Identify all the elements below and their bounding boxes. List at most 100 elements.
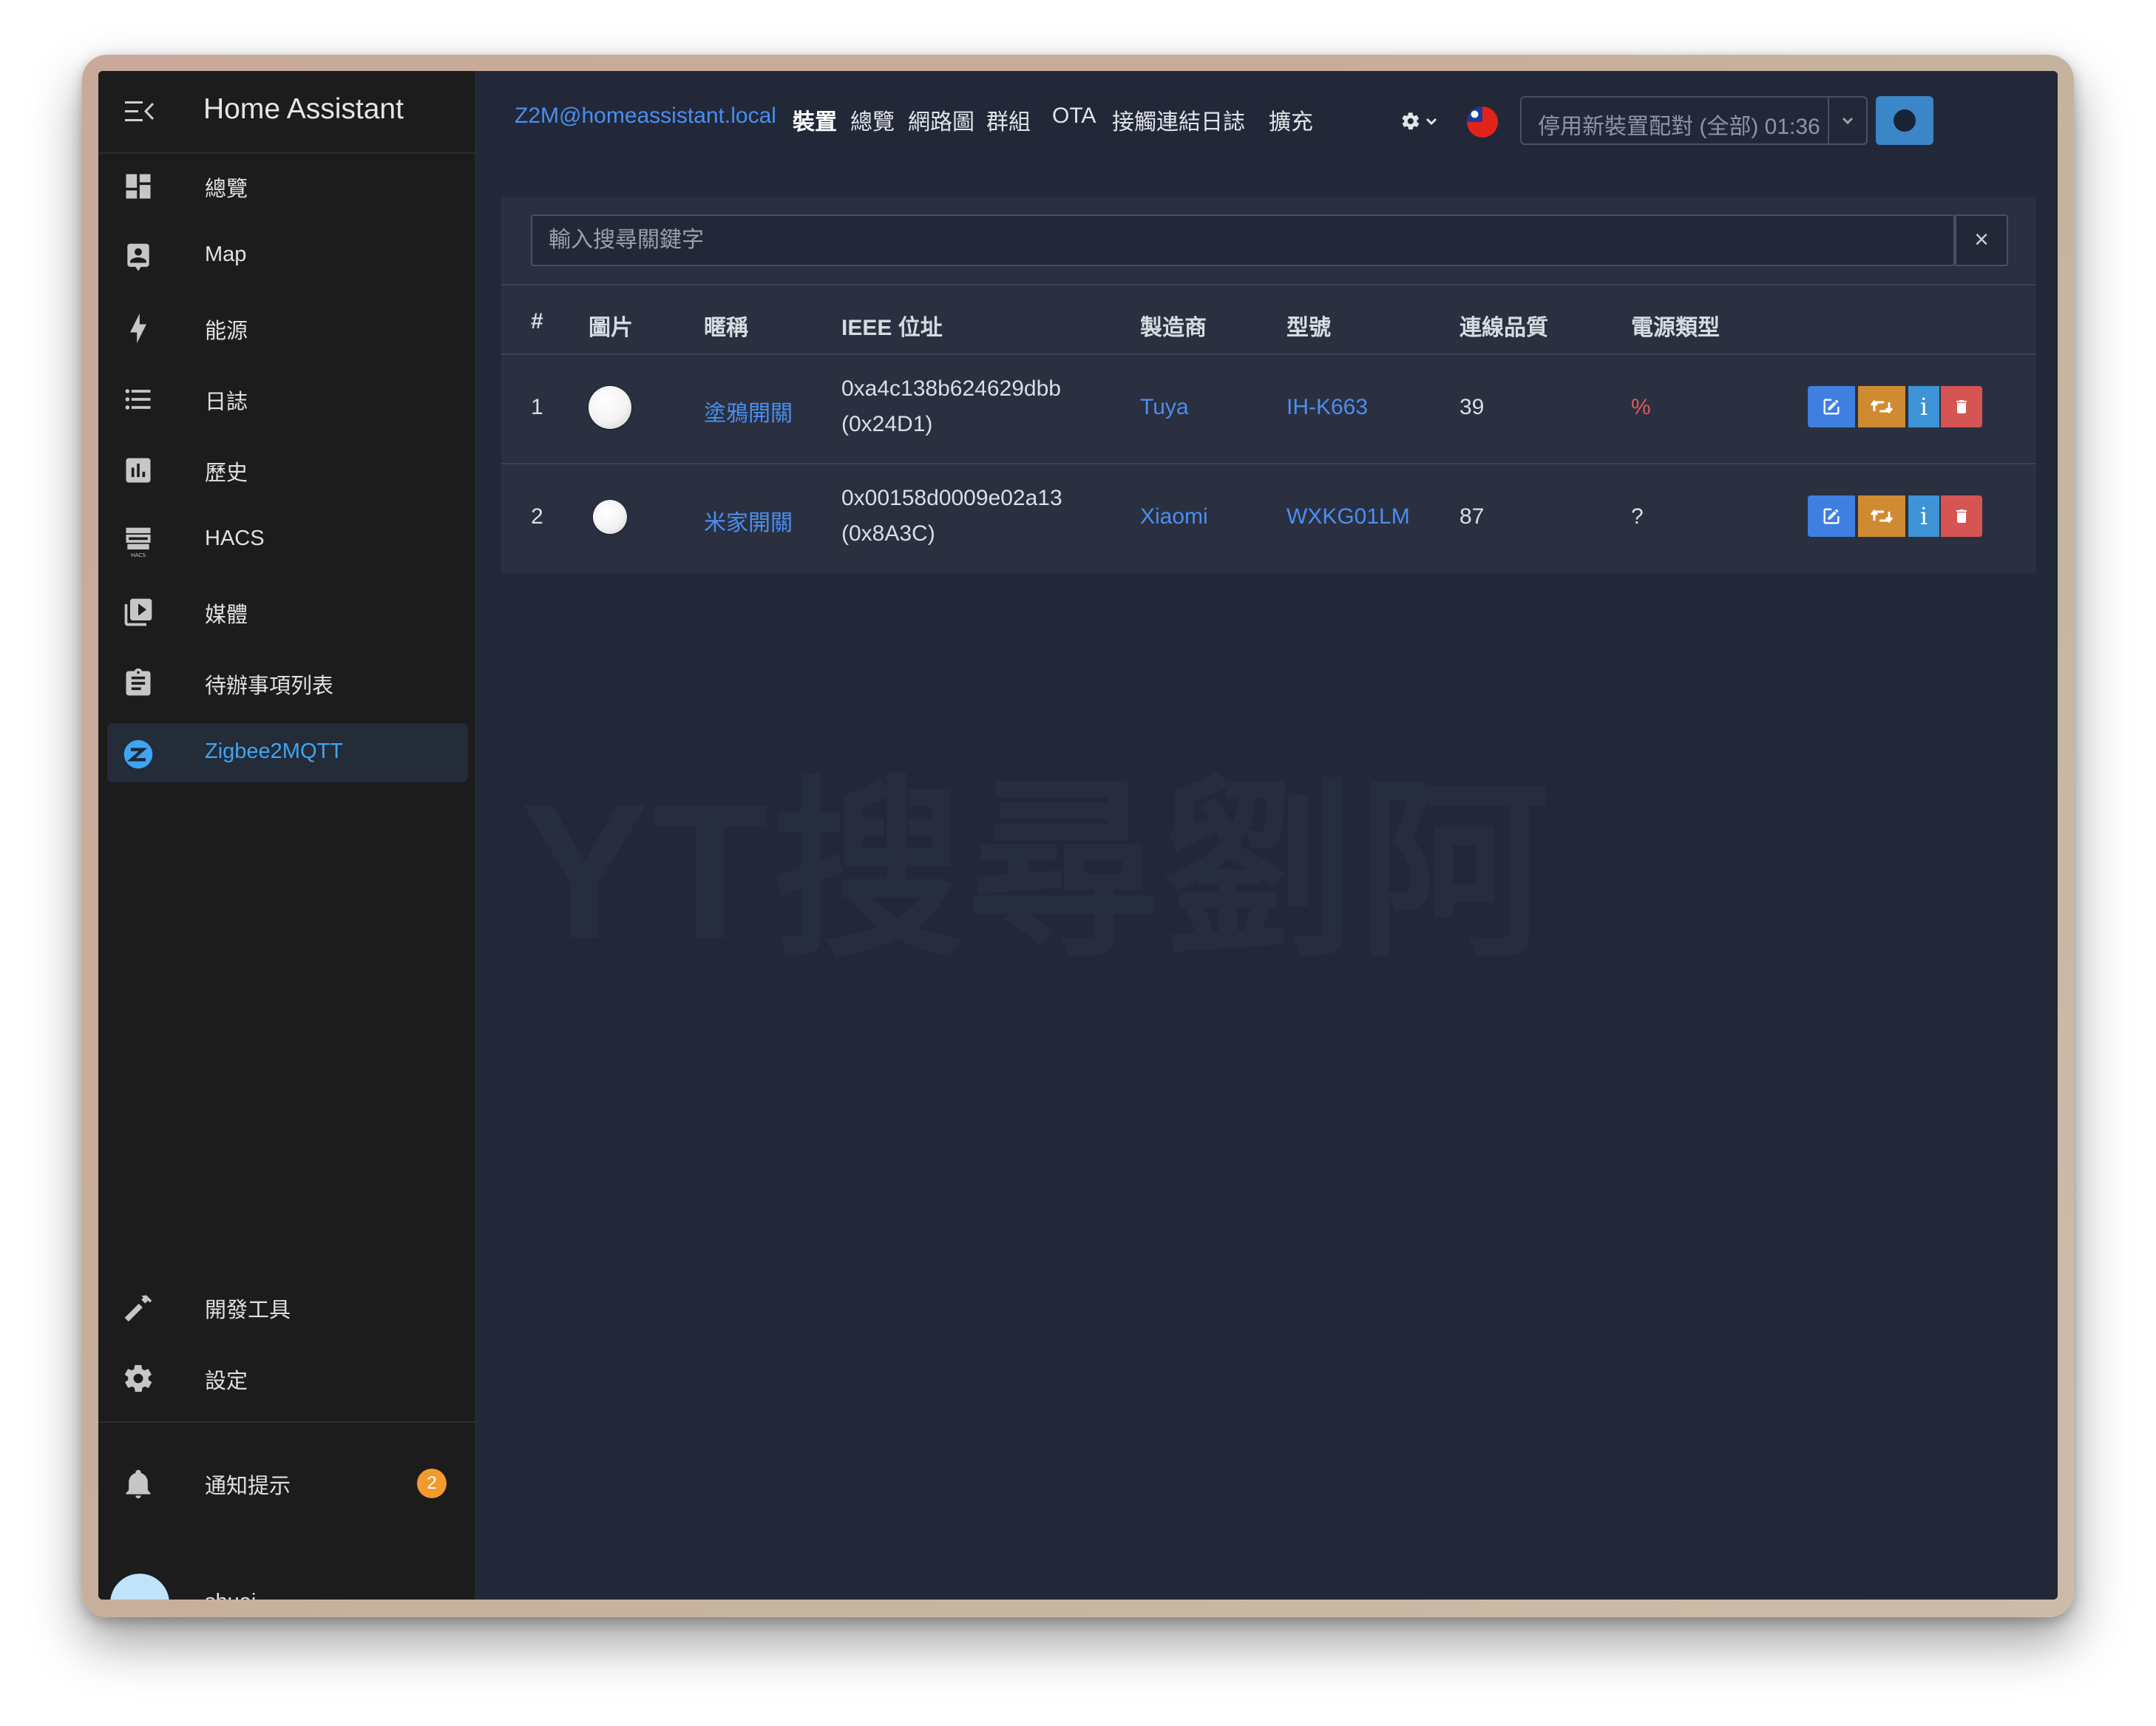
- device-ieee-address: 0x00158d0009e02a13: [841, 486, 1062, 510]
- reconfigure-button[interactable]: [1858, 495, 1905, 537]
- device-ieee-address: 0xa4c138b624629dbb: [841, 376, 1061, 401]
- hammer-icon: [124, 1295, 152, 1322]
- column-header-model[interactable]: 型號: [1287, 309, 1331, 342]
- reconfigure-button[interactable]: [1858, 386, 1905, 427]
- language-flag-icon[interactable]: [1467, 106, 1498, 138]
- window-frame: Home Assistant 總覽 Map 能源 日誌 歷史 HACS HACS: [82, 55, 2074, 1617]
- sidebar-item-zigbee2mqtt[interactable]: Zigbee2MQTT: [107, 723, 468, 782]
- nav-link-dashboard[interactable]: 總覽: [850, 104, 895, 136]
- info-button[interactable]: i: [1908, 386, 1939, 427]
- sidebar-item-energy[interactable]: 能源: [107, 297, 468, 356]
- table-divider: [501, 284, 2036, 285]
- device-network-address: (0x8A3C): [841, 521, 935, 546]
- device-image[interactable]: [589, 386, 631, 429]
- devices-card: × # 圖片 暱稱 IEEE 位址 製造商 型號 連線品質 電源類型 1 塗鴉開…: [501, 197, 2036, 574]
- nav-link-ota[interactable]: OTA: [1052, 104, 1096, 129]
- menu-collapse-icon[interactable]: [125, 99, 155, 124]
- link-quality: 39: [1460, 395, 1485, 419]
- delete-button[interactable]: [1941, 495, 1982, 537]
- sidebar-item-label: HACS: [205, 527, 265, 550]
- sidebar-item-notifications[interactable]: 通知提示 2: [107, 1452, 468, 1512]
- retweet-icon: [1871, 509, 1893, 524]
- moon-icon: [1894, 109, 1916, 132]
- model-link[interactable]: WXKG01LM: [1287, 504, 1410, 529]
- row-index: 2: [531, 504, 543, 529]
- power-source: ?: [1631, 504, 1644, 529]
- nav-link-network-map[interactable]: 網路圖: [908, 104, 974, 136]
- chart-box-icon: [126, 458, 151, 483]
- edit-button[interactable]: [1808, 495, 1855, 537]
- row-actions: i: [1808, 386, 1982, 427]
- row-actions: i: [1808, 495, 1982, 537]
- format-list-icon: [125, 389, 151, 410]
- column-header-power[interactable]: 電源類型: [1631, 309, 1720, 342]
- sidebar-item-developer-tools[interactable]: 開發工具: [107, 1276, 468, 1336]
- column-header-image[interactable]: 圖片: [589, 309, 633, 342]
- column-header-index[interactable]: #: [531, 309, 543, 334]
- trash-icon: [1956, 400, 1967, 413]
- edit-icon: [1823, 508, 1840, 524]
- nav-link-extensions[interactable]: 擴充: [1269, 104, 1313, 136]
- sidebar-item-settings[interactable]: 設定: [107, 1347, 468, 1407]
- zigbee-icon: [123, 740, 153, 769]
- permit-join-toggle[interactable]: [1828, 98, 1866, 143]
- svg-text:HACS: HACS: [131, 552, 146, 558]
- manufacturer-link[interactable]: Tuya: [1140, 395, 1189, 420]
- sidebar-item-todo[interactable]: 待辦事項列表: [107, 652, 468, 711]
- sidebar-item-label: 開發工具: [205, 1299, 291, 1322]
- lightning-bolt-icon: [130, 313, 146, 344]
- column-header-name[interactable]: 暱稱: [704, 309, 748, 342]
- play-box-multiple-icon: [124, 598, 152, 626]
- edit-button[interactable]: [1808, 386, 1855, 427]
- notification-count-badge: 2: [417, 1469, 447, 1498]
- retweet-icon: [1871, 399, 1893, 414]
- top-navigation: Z2M@homeassistant.local 裝置 總覽 網路圖 群組 OTA…: [476, 71, 2058, 175]
- bell-icon: [126, 1469, 151, 1499]
- sidebar-item-label: 能源: [205, 319, 248, 343]
- sidebar-item-label: 歷史: [205, 461, 248, 485]
- sidebar-item-label: Zigbee2MQTT: [205, 740, 343, 763]
- nav-link-logs[interactable]: 日誌: [1201, 104, 1245, 136]
- delete-button[interactable]: [1941, 386, 1982, 427]
- nav-link-devices[interactable]: 裝置: [793, 104, 837, 136]
- device-name-link[interactable]: 塗鴉開關: [704, 395, 793, 427]
- device-network-address: (0x24D1): [841, 412, 933, 436]
- sidebar-item-overview[interactable]: 總覽: [107, 155, 468, 214]
- sidebar-item-map[interactable]: Map: [107, 226, 468, 285]
- column-header-lqi[interactable]: 連線品質: [1460, 309, 1548, 342]
- watermark-text: YT搜尋劉阿: [521, 765, 1553, 979]
- user-name[interactable]: shuai: [205, 1590, 256, 1600]
- sidebar-item-history[interactable]: 歷史: [107, 439, 468, 498]
- permit-join-dropdown[interactable]: 停用新裝置配對 (全部) 01:36: [1520, 96, 1868, 145]
- power-source: %: [1631, 395, 1651, 419]
- sidebar-item-hacs[interactable]: HACS HACS: [107, 510, 468, 569]
- manufacturer-link[interactable]: Xiaomi: [1140, 504, 1208, 529]
- column-header-manufacturer[interactable]: 製造商: [1140, 309, 1207, 342]
- nav-link-touchlink[interactable]: 接觸連結: [1112, 104, 1201, 136]
- avatar[interactable]: s: [110, 1574, 169, 1600]
- sidebar-item-label: Map: [205, 243, 247, 266]
- theme-toggle-button[interactable]: [1876, 96, 1933, 145]
- model-link[interactable]: IH-K663: [1287, 395, 1368, 420]
- permit-join-label: 停用新裝置配對 (全部) 01:36: [1538, 115, 1820, 139]
- sidebar-item-label: 待辦事項列表: [205, 674, 334, 698]
- sidebar-item-media[interactable]: 媒體: [107, 581, 468, 640]
- column-header-ieee[interactable]: IEEE 位址: [841, 309, 943, 342]
- search-input[interactable]: [531, 214, 1955, 266]
- sidebar-item-logbook[interactable]: 日誌: [107, 368, 468, 427]
- clear-search-button[interactable]: ×: [1955, 214, 2008, 266]
- device-name-link[interactable]: 米家開關: [704, 504, 793, 537]
- settings-dropdown-icon[interactable]: [1399, 108, 1440, 135]
- clipboard-list-icon: [126, 668, 151, 696]
- nav-link-groups[interactable]: 群組: [986, 104, 1031, 136]
- table-divider: [501, 353, 2036, 355]
- table-divider: [501, 463, 2036, 464]
- device-image[interactable]: [593, 500, 627, 534]
- trash-icon: [1956, 510, 1967, 523]
- nav-brand-link[interactable]: Z2M@homeassistant.local: [515, 104, 776, 129]
- info-button[interactable]: i: [1908, 495, 1939, 537]
- chevron-down-icon: [1842, 117, 1854, 125]
- edit-icon: [1823, 399, 1840, 415]
- sidebar-item-label: 日誌: [205, 390, 248, 414]
- sidebar-item-label: 通知提示: [205, 1475, 291, 1498]
